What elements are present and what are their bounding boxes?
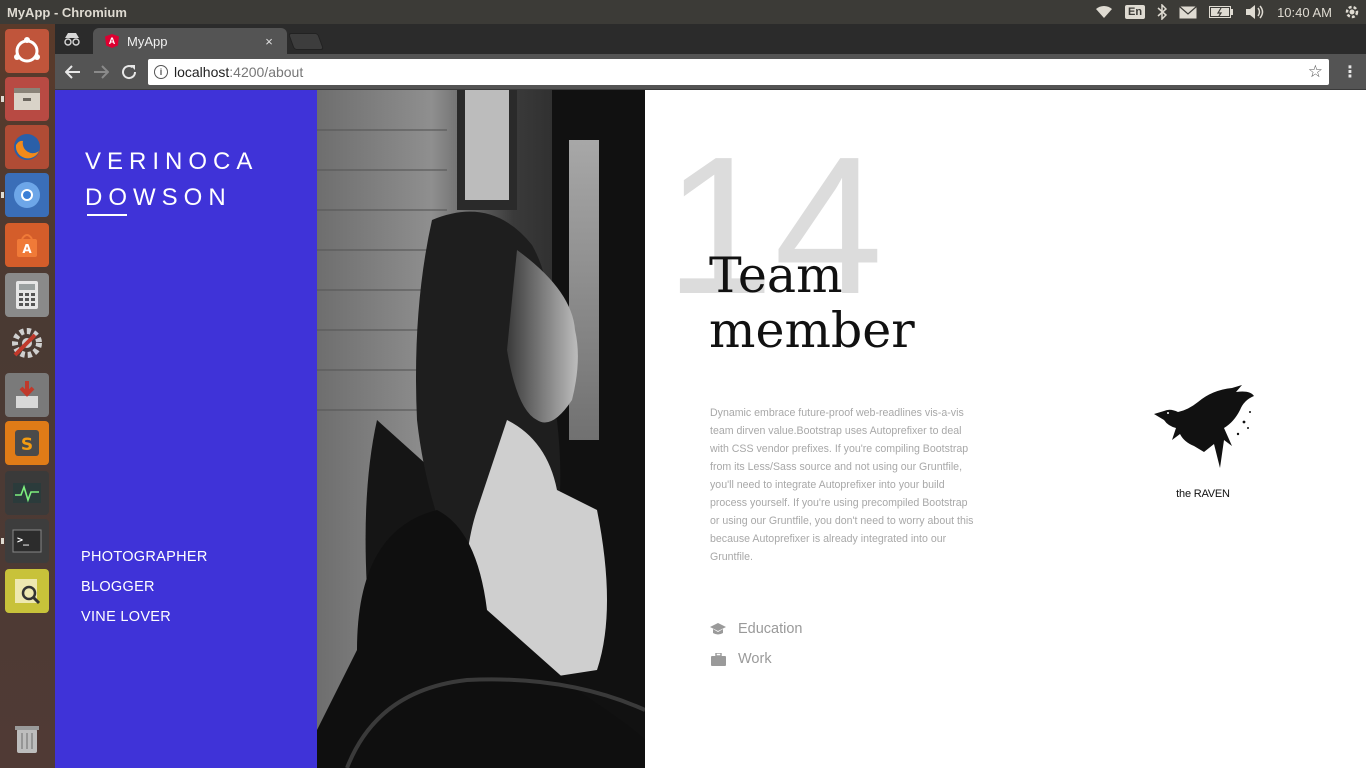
role-vine-lover[interactable]: VINE LOVER — [81, 602, 208, 632]
profile-links: Education Work — [710, 614, 803, 674]
bluetooth-icon[interactable] — [1157, 0, 1168, 24]
heading-line-1: Team — [709, 247, 843, 304]
tab-myapp[interactable]: A MyApp × — [93, 28, 287, 54]
language-label: En — [1125, 5, 1146, 19]
bio-paragraph: Dynamic embrace future-proof web-readlin… — [710, 407, 974, 563]
reload-icon[interactable] — [118, 61, 140, 83]
ubuntu-launcher: A S >_ — [0, 24, 55, 768]
firefox-icon[interactable] — [5, 125, 49, 169]
browser-toolbar: i localhost:4200/about ☆ ⋮ — [55, 54, 1366, 90]
url-path: :4200/about — [229, 64, 304, 80]
calculator-icon[interactable] — [5, 273, 49, 317]
back-arrow-icon[interactable] — [62, 61, 84, 83]
role-photographer[interactable]: PHOTOGRAPHER — [81, 542, 208, 572]
name-underline — [87, 214, 127, 216]
system-settings-icon[interactable] — [5, 321, 49, 365]
mail-icon[interactable] — [1179, 0, 1197, 24]
browser-menu-icon[interactable]: ⋮ — [1342, 62, 1358, 81]
terminal-icon[interactable]: >_ — [1, 519, 49, 563]
svg-text:>_: >_ — [17, 535, 30, 546]
profile-sidebar: VERINOCA DOWSON PHOTOGRAPHER BLOGGER VIN… — [55, 90, 317, 768]
work-link[interactable]: Work — [710, 644, 803, 674]
svg-text:A: A — [22, 242, 32, 256]
ubuntu-top-panel: MyApp - Chromium En 10:40 AM — [0, 0, 1366, 24]
raven-logo-caption: the RAVEN — [1176, 488, 1230, 500]
bookmark-star-icon[interactable]: ☆ — [1308, 62, 1323, 82]
address-bar[interactable]: i localhost:4200/about ☆ — [148, 59, 1329, 85]
volume-icon[interactable] — [1245, 0, 1265, 24]
profile-last-name: DOWSON — [85, 184, 232, 211]
profile-photo — [317, 90, 645, 768]
browser-tabstrip: A MyApp × — [55, 24, 1366, 54]
new-tab-button[interactable] — [287, 33, 325, 50]
battery-icon[interactable] — [1209, 0, 1234, 24]
software-updater-icon[interactable] — [5, 373, 49, 417]
briefcase-icon — [710, 652, 726, 666]
heading-line-2: member — [709, 302, 915, 359]
system-monitor-icon[interactable] — [5, 471, 49, 515]
ubuntu-dash-icon[interactable] — [5, 29, 49, 73]
sublime-text-icon[interactable]: S — [5, 421, 49, 465]
trash-icon[interactable] — [5, 717, 49, 761]
forward-arrow-icon[interactable] — [90, 61, 112, 83]
raven-logo-icon — [1150, 382, 1256, 472]
education-label: Education — [738, 621, 803, 637]
files-icon[interactable] — [1, 77, 49, 121]
profile-first-name: VERINOCA — [85, 148, 259, 175]
wifi-icon[interactable] — [1095, 0, 1113, 24]
about-content: 14 Team member Dynamic embrace future-pr… — [645, 90, 1366, 768]
software-center-icon[interactable]: A — [5, 223, 49, 267]
tab-title: MyApp — [127, 33, 168, 49]
graduation-cap-icon — [710, 622, 726, 636]
work-label: Work — [738, 651, 772, 667]
svg-text:S: S — [21, 435, 33, 455]
site-info-icon[interactable]: i — [154, 65, 168, 79]
angular-favicon-icon: A — [105, 34, 119, 48]
role-blogger[interactable]: BLOGGER — [81, 572, 208, 602]
tab-close-button[interactable]: × — [261, 33, 277, 49]
chromium-icon[interactable] — [1, 173, 49, 217]
incognito-icon — [63, 30, 81, 48]
settings-gear-icon[interactable] — [1344, 0, 1360, 24]
profile-name: VERINOCA DOWSON — [85, 144, 258, 216]
roles-list: PHOTOGRAPHER BLOGGER VINE LOVER — [81, 542, 208, 632]
web-page: VERINOCA DOWSON PHOTOGRAPHER BLOGGER VIN… — [55, 90, 1366, 768]
document-viewer-icon[interactable] — [5, 569, 49, 613]
url-host: localhost — [174, 64, 230, 80]
education-link[interactable]: Education — [710, 614, 803, 644]
window-title: MyApp - Chromium — [7, 4, 127, 20]
keyboard-layout-indicator[interactable]: En — [1125, 0, 1146, 24]
clock[interactable]: 10:40 AM — [1277, 0, 1332, 24]
system-tray: En 10:40 AM — [1089, 0, 1366, 24]
page-heading: Team member — [709, 248, 915, 358]
